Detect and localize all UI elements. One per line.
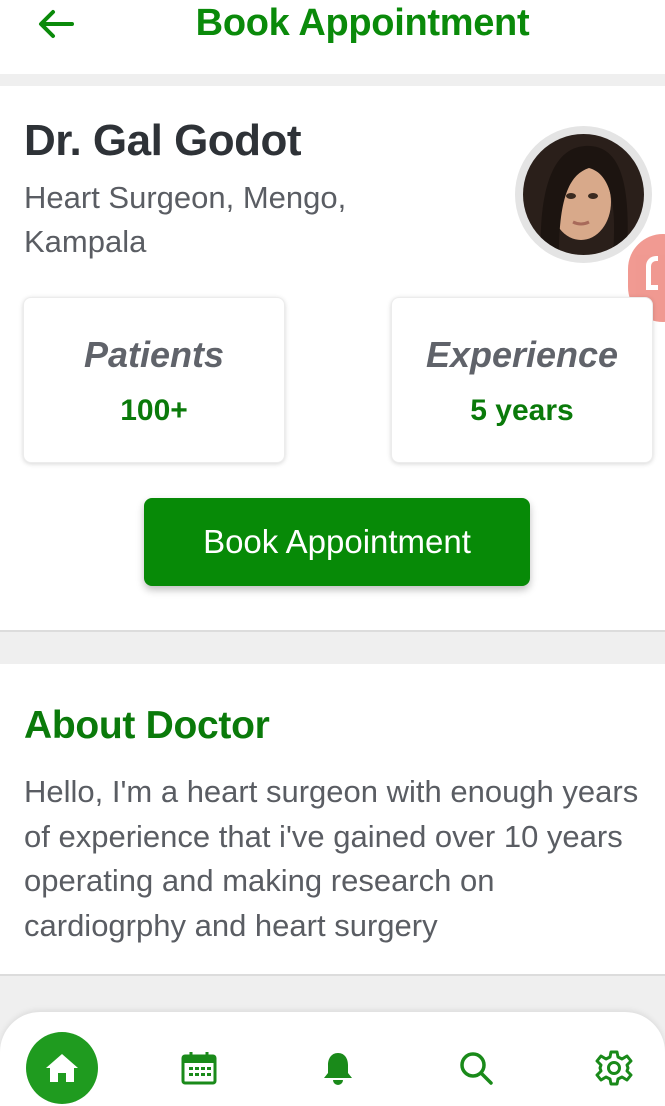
calendar-icon bbox=[181, 1052, 217, 1085]
patients-stat-card: Patients 100+ bbox=[23, 297, 285, 463]
doctor-profile-card: Dr. Gal Godot Heart Surgeon, Mengo, Kamp… bbox=[0, 86, 665, 632]
nav-notifications[interactable] bbox=[302, 1032, 374, 1104]
home-icon bbox=[46, 1054, 78, 1082]
patients-label: Patients bbox=[83, 334, 225, 375]
nav-home[interactable] bbox=[26, 1032, 98, 1104]
search-icon bbox=[460, 1052, 493, 1085]
app-header: Book Appointment bbox=[0, 0, 665, 74]
about-title: About Doctor bbox=[24, 704, 270, 747]
bottom-navigation bbox=[0, 1012, 665, 1106]
book-appointment-button[interactable]: Book Appointment bbox=[144, 498, 530, 586]
nav-calendar[interactable] bbox=[163, 1032, 235, 1104]
doctor-name: Dr. Gal Godot bbox=[24, 116, 302, 165]
page-title: Book Appointment bbox=[195, 2, 530, 44]
doctor-avatar bbox=[515, 126, 652, 263]
experience-stat-card: Experience 5 years bbox=[391, 297, 653, 463]
about-doctor-section: About Doctor Hello, I'm a heart surgeon … bbox=[0, 664, 665, 976]
about-text: Hello, I'm a heart surgeon with enough y… bbox=[24, 774, 639, 943]
nav-settings[interactable] bbox=[578, 1032, 650, 1104]
gear-icon bbox=[595, 1050, 633, 1086]
doctor-specialty: Heart Surgeon, Mengo, Kampala bbox=[24, 180, 347, 259]
bell-icon bbox=[324, 1053, 352, 1085]
patients-value: 100+ bbox=[120, 394, 188, 427]
experience-label: Experience bbox=[425, 334, 619, 375]
experience-value: 5 years bbox=[470, 394, 574, 427]
nav-search[interactable] bbox=[440, 1032, 512, 1104]
